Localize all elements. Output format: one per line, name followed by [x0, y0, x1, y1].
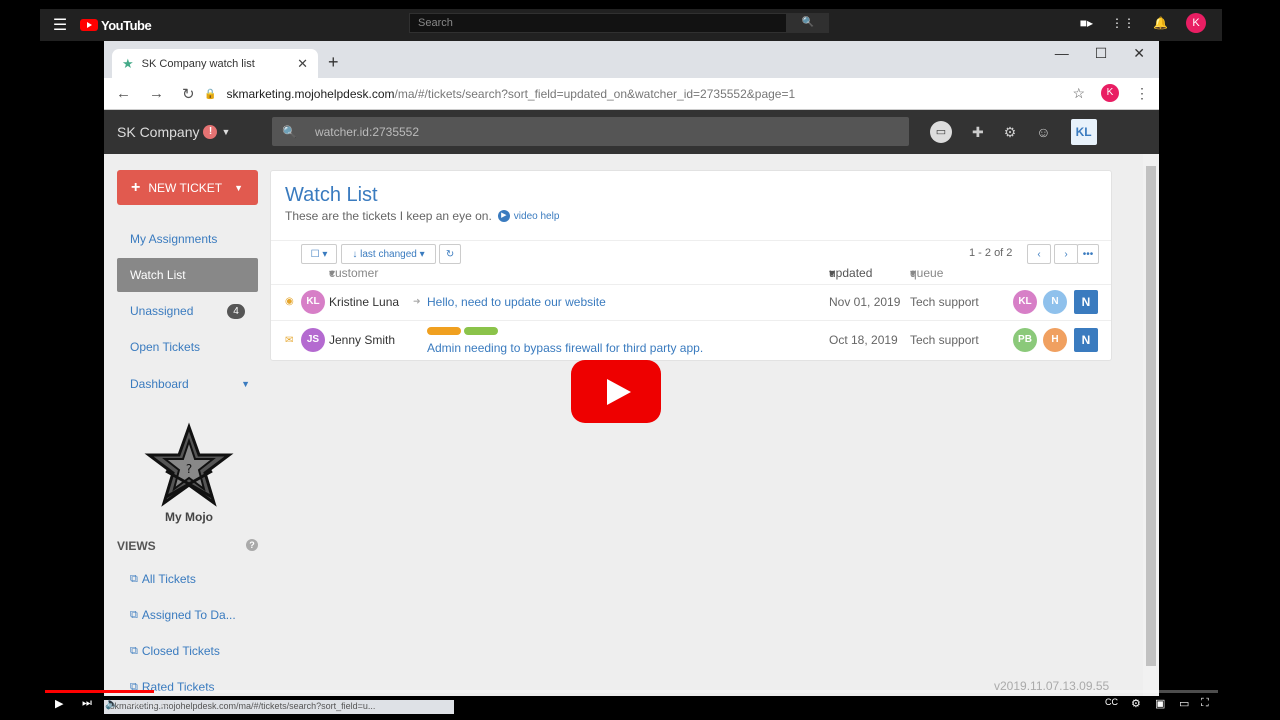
chevron-down-icon: ▼ [221, 127, 231, 137]
theater-mode-icon[interactable]: ▭ [1179, 697, 1189, 710]
url-domain: skmarketing.mojohelpdesk.com [226, 87, 395, 101]
lock-icon: 🔒 [204, 88, 217, 100]
puzzle-icon[interactable]: ✚ [972, 124, 984, 141]
captions-icon[interactable]: CC [1105, 697, 1118, 707]
url-path: /ma/#/tickets/search?sort_field=updated_… [394, 87, 796, 101]
create-video-icon[interactable]: ■▸ [1080, 16, 1093, 30]
play-icon[interactable]: ▶ [55, 697, 63, 710]
youtube-account-avatar[interactable]: K [1186, 13, 1206, 33]
gear-icon[interactable]: ⚙ [1004, 124, 1017, 141]
bookmark-star-icon[interactable]: ☆ [1072, 85, 1085, 102]
maximize-icon[interactable]: ☐ [1095, 45, 1108, 62]
reload-icon[interactable]: ↻ [182, 85, 195, 103]
youtube-play-icon [80, 19, 98, 31]
user-avatar[interactable]: KL [1070, 119, 1097, 145]
screen-icon[interactable]: ▭ [930, 121, 952, 143]
smiley-icon[interactable]: ☺ [1036, 124, 1050, 140]
alert-icon: ! [203, 125, 218, 139]
address-bar-row: ← → ↻ 🔒 skmarketing.mojohelpdesk.com /ma… [104, 78, 1159, 110]
search-value: watcher.id:2735552 [314, 124, 420, 139]
browser-tab-bar: ★ SK Company watch list ✕ + — ☐ ✕ [104, 41, 1159, 78]
youtube-top-bar: ☰ YouTube Search 🔍 ■▸ ⋮⋮ 🔔 K [40, 9, 1222, 41]
browser-profile-avatar[interactable]: K [1101, 84, 1119, 102]
youtube-logo-text: YouTube [101, 17, 152, 33]
url-field[interactable]: 🔒 skmarketing.mojohelpdesk.com /ma/#/tic… [204, 83, 1084, 105]
minimize-icon[interactable]: — [1055, 45, 1069, 62]
next-icon[interactable]: ⏭ [82, 697, 92, 710]
volume-icon[interactable]: 🔈 [105, 697, 119, 710]
new-tab-icon[interactable]: + [328, 52, 339, 73]
miniplayer-icon[interactable]: ▣ [1155, 697, 1165, 710]
search-icon: 🔍 [282, 124, 297, 139]
notifications-bell-icon[interactable]: 🔔 [1153, 16, 1168, 30]
video-play-button[interactable] [571, 360, 661, 423]
video-controls: ▶ ⏭ 🔈 0:07 / 1:15 CC ⚙ ▣ ▭ ⛶ [45, 697, 1218, 715]
video-progress-fill [45, 690, 155, 693]
apps-grid-icon[interactable]: ⋮⋮ [1111, 16, 1135, 30]
close-window-icon[interactable]: ✕ [1133, 45, 1145, 62]
youtube-logo[interactable]: YouTube [80, 17, 152, 33]
browser-menu-icon[interactable]: ⋮ [1135, 85, 1149, 102]
browser-tab[interactable]: ★ SK Company watch list ✕ [112, 49, 318, 78]
youtube-search-icon[interactable]: 🔍 [787, 13, 829, 33]
youtube-search-input[interactable]: Search [409, 13, 787, 33]
back-arrow-icon[interactable]: ← [116, 85, 131, 103]
company-switcher[interactable]: SK Company ! ▼ [117, 124, 230, 140]
app-header: SK Company ! ▼ 🔍 watcher.id:2735552 ▭ ✚ … [104, 110, 1159, 154]
close-tab-icon[interactable]: ✕ [297, 56, 308, 72]
video-time: 0:07 / 1:15 [127, 699, 170, 709]
video-progress-bar[interactable] [45, 690, 1218, 693]
fullscreen-icon[interactable]: ⛶ [1201, 697, 1209, 710]
ticket-search-input[interactable]: 🔍 watcher.id:2735552 [272, 117, 909, 146]
hamburger-menu-icon[interactable]: ☰ [40, 15, 80, 35]
company-name: SK Company [117, 124, 200, 140]
forward-arrow-icon[interactable]: → [149, 85, 164, 103]
star-favicon-icon: ★ [122, 55, 134, 71]
tab-title: SK Company watch list [141, 57, 255, 70]
settings-gear-icon[interactable]: ⚙ [1131, 697, 1141, 710]
